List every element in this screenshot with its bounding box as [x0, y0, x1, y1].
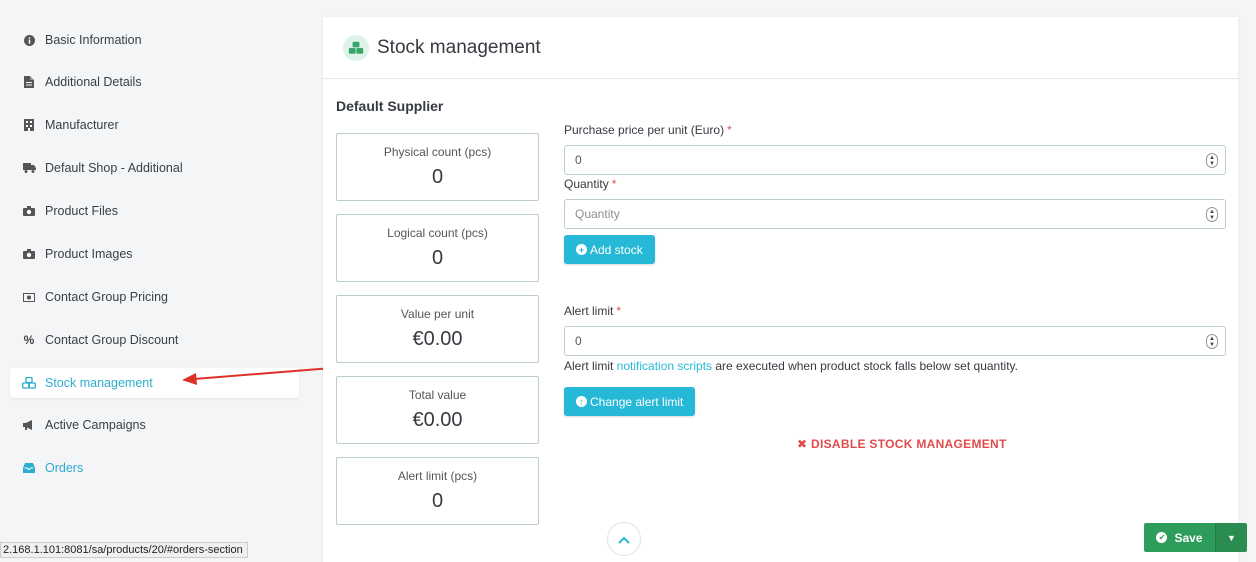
- quantity-label-text: Quantity: [564, 177, 609, 191]
- check-circle-icon: ✔: [1156, 532, 1168, 543]
- number-spinner-icon[interactable]: ▲ ▼: [1206, 334, 1218, 349]
- sidebar-item-label: Active Campaigns: [45, 418, 146, 432]
- plus-circle-icon: +: [576, 244, 587, 255]
- stat-value: 0: [431, 247, 444, 269]
- add-stock-button[interactable]: + Add stock: [564, 235, 655, 264]
- save-button-group: ✔ Save ▼: [1144, 523, 1247, 552]
- quantity-placeholder: Quantity: [575, 207, 620, 221]
- scroll-to-top-button[interactable]: [607, 522, 641, 556]
- add-stock-label: Add stock: [590, 242, 643, 257]
- cubes-icon: [343, 34, 369, 61]
- change-alert-limit-label: Change alert limit: [590, 394, 684, 409]
- page-title: Stock management: [377, 36, 541, 58]
- camera-icon: [22, 249, 36, 259]
- alert-limit-help: Alert limit notification scripts are exe…: [564, 359, 1018, 373]
- quantity-input[interactable]: Quantity ▲ ▼: [564, 199, 1226, 229]
- stat-total-value: Total value €0.00: [336, 376, 539, 444]
- percent-icon: %: [23, 333, 35, 347]
- camera-icon: [22, 206, 36, 216]
- price-label: Purchase price per unit (Euro) *: [564, 123, 732, 137]
- help-suffix: are executed when product stock falls be…: [712, 359, 1018, 373]
- sidebar-item-label: Contact Group Discount: [45, 333, 179, 347]
- stat-value: €0.00: [412, 328, 463, 350]
- sidebar-item-contact-group-discount[interactable]: % Contact Group Discount: [10, 325, 299, 355]
- building-icon: [22, 119, 36, 131]
- info-circle-icon: [22, 34, 36, 46]
- panel-header: Stock management: [323, 17, 1238, 79]
- notification-scripts-link[interactable]: notification scripts: [617, 359, 712, 373]
- sidebar-item-label: Orders: [45, 461, 84, 475]
- alert-limit-value: 0: [575, 334, 582, 348]
- sidebar-item-label: Manufacturer: [45, 118, 119, 132]
- stat-label: Logical count (pcs): [387, 226, 488, 240]
- money-icon: [22, 292, 36, 302]
- sidebar-item-product-files[interactable]: Product Files: [10, 196, 299, 226]
- sidebar-item-additional-details[interactable]: Additional Details: [10, 67, 299, 97]
- sidebar-item-product-images[interactable]: Product Images: [10, 239, 299, 269]
- cubes-icon: [22, 377, 36, 389]
- number-spinner-icon[interactable]: ▲ ▼: [1206, 153, 1218, 168]
- arrow-up-circle-icon: ↑: [576, 396, 587, 407]
- alert-limit-label-text: Alert limit: [564, 304, 614, 318]
- required-mark: *: [611, 177, 617, 191]
- required-mark: *: [727, 123, 732, 137]
- stat-alert-limit: Alert limit (pcs) 0: [336, 457, 539, 525]
- stat-value: 0: [431, 490, 444, 512]
- sidebar-item-contact-group-pricing[interactable]: Contact Group Pricing: [10, 282, 299, 312]
- save-button[interactable]: ✔ Save: [1144, 523, 1215, 552]
- stat-logical-count: Logical count (pcs) 0: [336, 214, 539, 282]
- stat-value: €0.00: [412, 409, 463, 431]
- sidebar-item-label: Default Shop - Additional: [45, 161, 183, 175]
- required-mark: *: [616, 304, 622, 318]
- annotation-arrow: [182, 367, 333, 385]
- sidebar-item-label: Basic Information: [45, 33, 142, 47]
- sidebar-item-label: Product Images: [45, 247, 133, 261]
- alert-limit-input[interactable]: 0 ▲ ▼: [564, 326, 1226, 356]
- purchase-price-input[interactable]: 0 ▲ ▼: [564, 145, 1226, 175]
- stat-label: Total value: [408, 388, 467, 402]
- inbox-icon: [22, 463, 36, 473]
- chevron-up-icon: [618, 531, 630, 547]
- section-title: Default Supplier: [336, 98, 444, 114]
- sidebar-item-label: Contact Group Pricing: [45, 290, 168, 304]
- quantity-label: Quantity *: [564, 177, 616, 191]
- stock-management-panel: Stock management Default Supplier Physic…: [323, 17, 1238, 562]
- stat-physical-count: Physical count (pcs) 0: [336, 133, 539, 201]
- number-spinner-icon[interactable]: ▲ ▼: [1206, 207, 1218, 222]
- sidebar-item-basic-information[interactable]: Basic Information: [10, 25, 299, 55]
- disable-stock-management-link[interactable]: ✖ DISABLE STOCK MANAGEMENT: [797, 437, 1007, 451]
- sidebar-item-default-shop-additional[interactable]: Default Shop - Additional: [10, 153, 299, 183]
- sidebar: Basic Information Additional Details Man…: [0, 0, 310, 558]
- alert-limit-label: Alert limit *: [564, 304, 621, 318]
- disable-stock-management-label: DISABLE STOCK MANAGEMENT: [811, 437, 1007, 451]
- change-alert-limit-button[interactable]: ↑ Change alert limit: [564, 387, 696, 416]
- file-icon: [22, 76, 36, 88]
- sidebar-item-manufacturer[interactable]: Manufacturer: [10, 110, 299, 140]
- save-options-dropdown[interactable]: ▼: [1215, 523, 1247, 552]
- sidebar-item-label: Additional Details: [45, 75, 142, 89]
- save-label: Save: [1174, 530, 1203, 545]
- close-icon: ✖: [797, 437, 808, 451]
- stat-value-per-unit: Value per unit €0.00: [336, 295, 539, 363]
- price-label-text: Purchase price per unit (Euro): [564, 123, 725, 137]
- bullhorn-icon: [22, 420, 36, 430]
- stat-label: Value per unit: [400, 307, 475, 321]
- sidebar-item-active-campaigns[interactable]: Active Campaigns: [10, 410, 299, 440]
- chevron-down-icon: ▼: [1227, 532, 1236, 543]
- help-prefix: Alert limit: [564, 359, 617, 373]
- stat-value: 0: [431, 166, 444, 188]
- purchase-price-value: 0: [575, 153, 582, 167]
- status-bar-url: 2.168.1.101:8081/sa/products/20/#orders-…: [0, 542, 248, 558]
- sidebar-item-label: Stock management: [45, 376, 153, 390]
- sidebar-item-orders[interactable]: Orders: [10, 453, 299, 483]
- stat-label: Physical count (pcs): [383, 145, 492, 159]
- stat-label: Alert limit (pcs): [397, 469, 478, 483]
- truck-icon: [22, 163, 36, 173]
- sidebar-item-label: Product Files: [45, 204, 118, 218]
